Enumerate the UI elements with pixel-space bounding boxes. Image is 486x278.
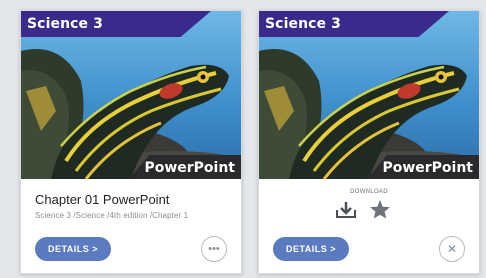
more-options-button[interactable]: •••	[201, 236, 227, 262]
more-horizontal-icon: •••	[208, 242, 220, 255]
details-button[interactable]: DETAILS >	[35, 237, 111, 261]
details-button[interactable]: DETAILS >	[273, 237, 349, 261]
close-icon: ✕	[446, 242, 458, 256]
resource-type-label: PowerPoint	[382, 160, 473, 176]
resource-thumbnail[interactable]: Science 3 PowerPoint	[259, 11, 479, 179]
star-icon[interactable]	[369, 199, 391, 219]
resource-title[interactable]: Chapter 01 PowerPoint	[35, 192, 169, 207]
resource-breadcrumb: Science 3 /Science /4th edition /Chapter…	[35, 211, 189, 220]
resource-card[interactable]: Science 3 PowerPoint DOWNLOAD DETAILS > …	[258, 10, 480, 274]
resource-type-label: PowerPoint	[144, 160, 235, 176]
close-button[interactable]: ✕	[439, 236, 465, 262]
download-icon[interactable]	[335, 201, 357, 219]
resource-thumbnail[interactable]: Science 3 PowerPoint	[21, 11, 241, 179]
resource-card[interactable]: Science 3 PowerPoint Chapter 01 PowerPoi…	[20, 10, 242, 274]
subject-label: Science 3	[27, 16, 103, 32]
download-label: DOWNLOAD	[350, 189, 388, 195]
subject-label: Science 3	[265, 16, 341, 32]
